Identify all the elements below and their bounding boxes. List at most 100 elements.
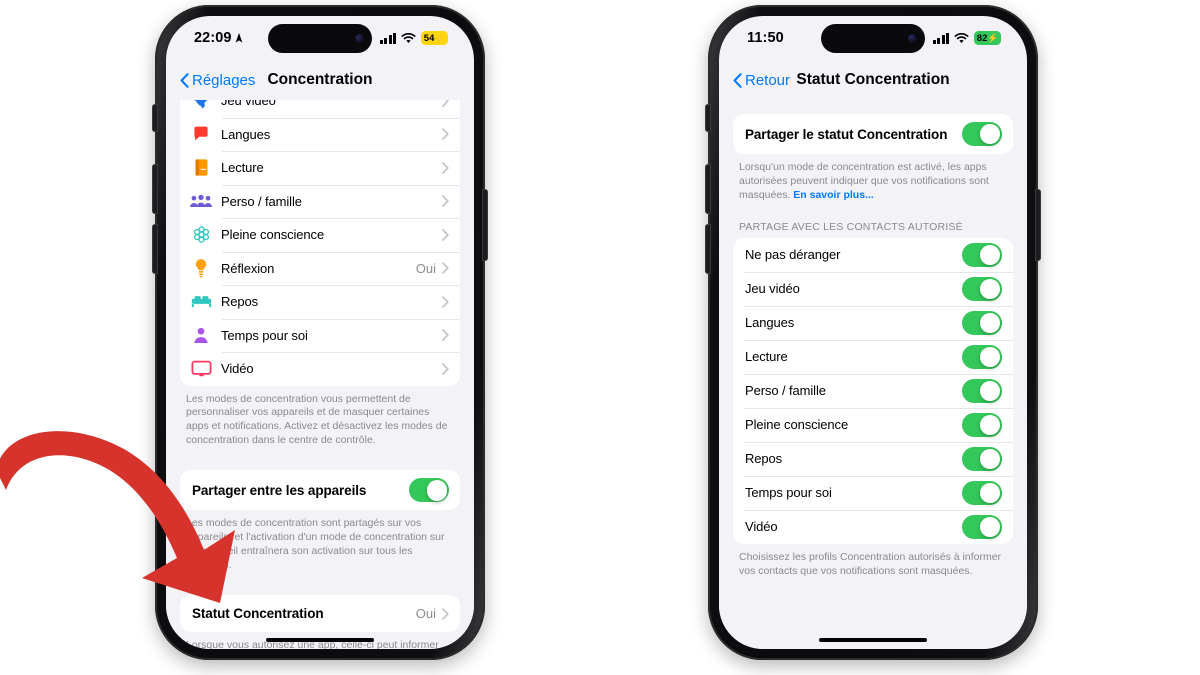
focus-status-card: Statut Concentration Oui [180,595,460,633]
list-item-temps-pour-soi[interactable]: Temps pour soi [180,318,460,353]
row-repos[interactable]: Repos [733,441,1013,476]
cellular-signal-icon [379,32,396,44]
list-item-label: Repos [221,294,259,310]
list-item-jeu-video[interactable]: Jeu vidéo [180,100,460,118]
list-item-label: Langues [221,126,271,142]
row-jeu-video[interactable]: Jeu vidéo [733,271,1013,306]
toggle-temps-pour-soi[interactable] [962,480,1002,505]
iphone-right-device: 11:50 82 ⚡ Retour Statut Concentration P… [706,5,1040,660]
right-status-time: 11:50 [747,30,784,46]
list-item-pleine-conscience[interactable]: Pleine conscience [180,218,460,252]
focus-modes-list: Jeu vidéo Langues Lecture Perso / famill… [180,100,460,386]
home-indicator[interactable] [819,637,927,642]
toggle-video[interactable] [962,514,1002,539]
row-langues[interactable]: Langues [733,305,1013,340]
volume-down-button[interactable] [706,225,710,273]
row-perso-famille[interactable]: Perso / famille [733,373,1013,408]
section-header-partage-contacts: PARTAGE AVEC LES CONTACTS AUTORISÉ [739,220,963,233]
toggle-knob [980,482,1001,504]
right-scroll-content[interactable]: Partager le statut Concentration Lorsqu'… [719,100,1027,649]
toggle-partager-entre-appareils[interactable] [409,478,449,503]
toggle-knob [980,312,1001,334]
right-nav-bar: Retour Statut Concentration [719,60,1027,100]
lightbulb-icon [190,257,212,279]
back-label: Réglages [192,71,256,89]
row-label: Partager le statut Concentration [745,126,948,142]
list-item-langues[interactable]: Langues [180,117,460,152]
volume-down-button[interactable] [153,225,157,273]
book-icon [190,157,212,179]
back-to-reglages-button[interactable]: Réglages [180,72,255,89]
row-label: Jeu vidéo [745,281,800,297]
front-camera-icon [355,34,364,43]
dynamic-island [268,24,372,53]
toggle-perso-famille[interactable] [962,378,1002,403]
volume-up-button[interactable] [153,165,157,213]
power-button[interactable] [483,190,487,260]
mindfulness-icon [190,224,212,246]
list-item-lecture[interactable]: Lecture [180,151,460,185]
row-label: Temps pour soi [745,485,832,501]
toggle-knob [427,480,448,501]
battery-percent: 54 [423,32,435,44]
home-indicator[interactable] [266,637,374,642]
toggle-ne-pas-deranger[interactable] [962,242,1002,267]
battery-indicator: 54 ⚡ [421,31,448,45]
chevron-right-icon [442,228,449,241]
chevron-right-icon [442,128,449,141]
silent-switch[interactable] [153,105,157,131]
left-status-indicators: 54 ⚡ [379,31,448,45]
row-label: Vidéo [745,519,778,535]
list-item-perso-famille[interactable]: Perso / famille [180,184,460,219]
silent-switch[interactable] [706,105,710,131]
row-pleine-conscience[interactable]: Pleine conscience [733,407,1013,442]
row-partager-statut-concentration[interactable]: Partager le statut Concentration [733,114,1013,154]
list-item-reflexion[interactable]: Réflexion Oui [180,251,460,286]
row-partager-entre-appareils[interactable]: Partager entre les appareils [180,470,460,510]
chevron-right-icon [442,362,449,375]
volume-up-button[interactable] [706,165,710,213]
contacts-footnote: Choisissez les profils Concentration aut… [739,550,1002,577]
wifi-icon [954,32,969,43]
list-item-repos[interactable]: Repos [180,285,460,319]
toggle-knob [980,123,1001,145]
toggle-lecture[interactable] [962,344,1002,369]
person-icon [190,324,212,346]
left-screen: 22:09 54 ⚡ Réglages Concentration Jeu vi… [166,16,474,649]
toggle-langues[interactable] [962,310,1002,335]
chevron-right-icon [442,195,449,208]
chevron-right-icon [442,262,449,275]
row-label: Lecture [745,349,788,365]
row-video[interactable]: Vidéo [733,509,1013,544]
toggle-knob [980,414,1001,436]
toggle-repos[interactable] [962,446,1002,471]
people-group-icon [190,190,212,212]
power-button[interactable] [1036,190,1040,260]
wifi-icon [401,32,416,43]
row-statut-concentration[interactable]: Statut Concentration Oui [180,595,460,632]
row-value: Oui [415,606,436,622]
list-item-label: Temps pour soi [221,327,308,343]
back-label: Retour [745,71,791,89]
row-label: Langues [745,315,795,331]
left-nav-bar: Réglages Concentration [166,60,474,100]
screenshot-stage: 22:09 54 ⚡ Réglages Concentration Jeu vi… [0,0,1200,675]
tv-icon [190,358,212,380]
right-status-time-group: 11:50 [747,30,784,46]
list-item-video[interactable]: Vidéo [180,352,460,386]
toggle-pleine-conscience[interactable] [962,412,1002,437]
left-scroll-content[interactable]: Jeu vidéo Langues Lecture Perso / famill… [166,100,474,649]
toggle-knob [980,448,1001,470]
back-to-retour-button[interactable]: Retour [733,72,790,89]
share-status-card: Partager le statut Concentration [733,114,1013,154]
en-savoir-plus-link[interactable]: En savoir plus... [793,189,874,201]
row-lecture[interactable]: Lecture [733,339,1013,374]
toggle-jeu-video[interactable] [962,276,1002,301]
toggle-knob [980,380,1001,402]
battery-indicator: 82 ⚡ [974,31,1001,45]
row-temps-pour-soi[interactable]: Temps pour soi [733,475,1013,510]
toggle-partager-statut[interactable] [962,122,1002,146]
row-ne-pas-deranger[interactable]: Ne pas déranger [733,238,1013,272]
